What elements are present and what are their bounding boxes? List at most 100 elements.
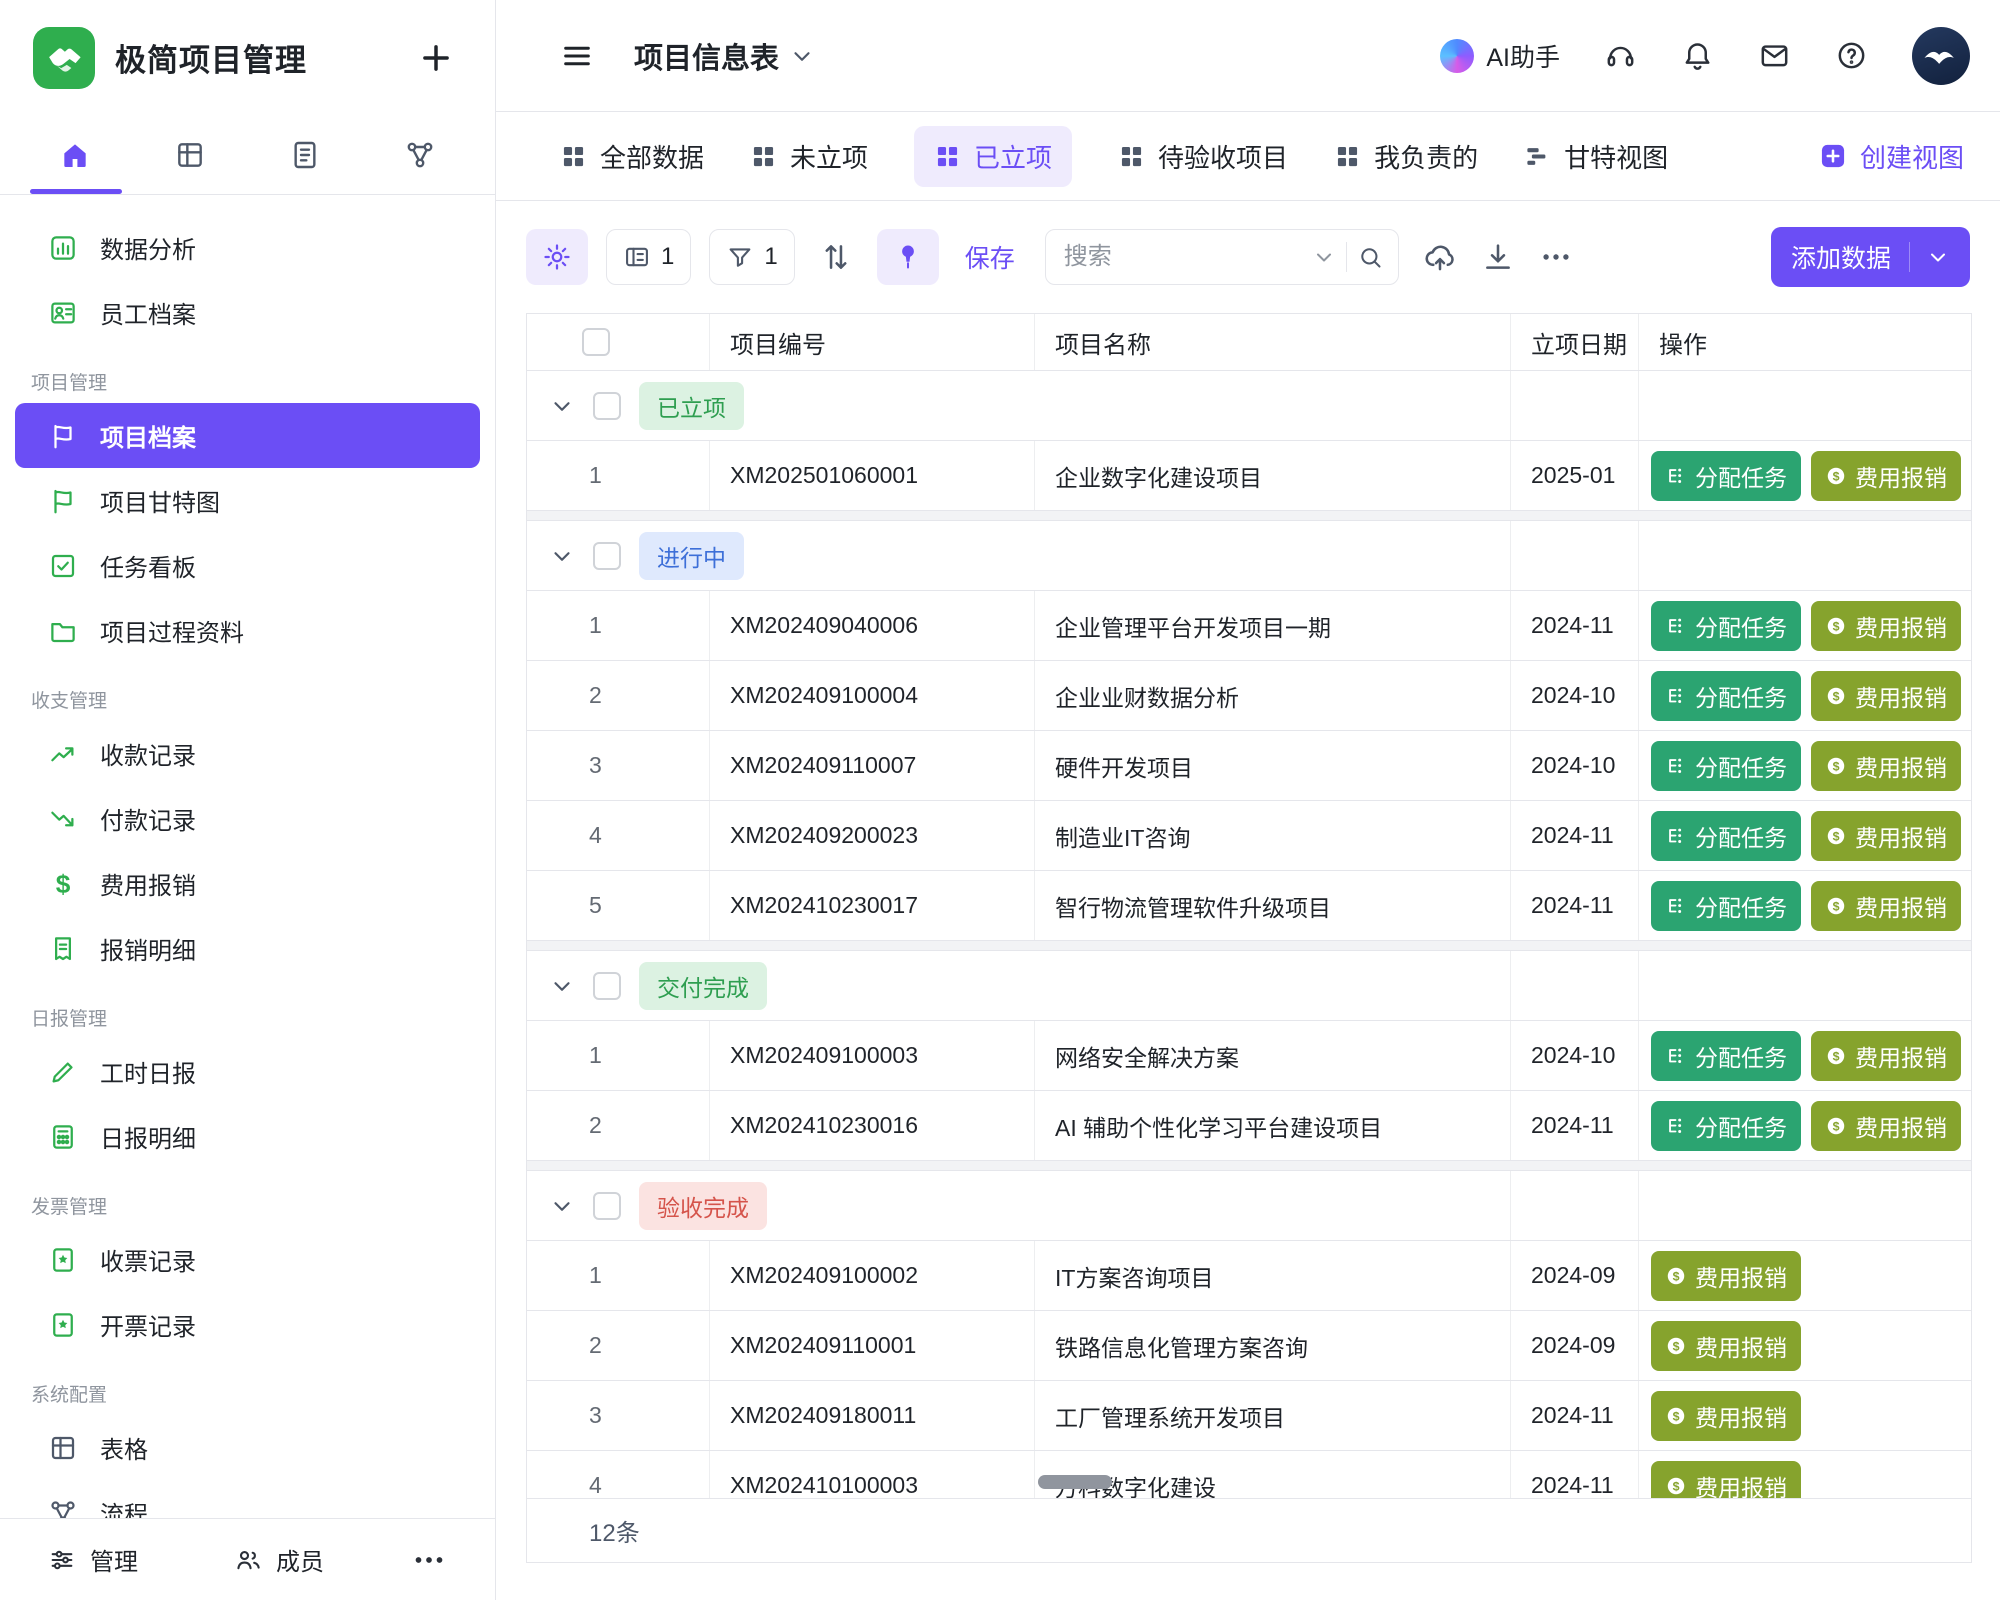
view-tab-not-initiated[interactable]: 未立项	[750, 138, 868, 175]
table-row[interactable]: 1 XM202409040006 企业管理平台开发项目一期 2024-11 分配…	[527, 591, 1971, 661]
table-row[interactable]: 4 XM202409200023 制造业IT咨询 2024-11 分配任务 $费…	[527, 801, 1971, 871]
app-title: 极简项目管理	[115, 35, 397, 80]
headset-icon[interactable]	[1604, 39, 1637, 72]
ai-assistant-button[interactable]: AI助手	[1440, 38, 1560, 74]
sidebar-item-data-analysis[interactable]: 数据分析	[15, 215, 480, 280]
expense-claim-button[interactable]: $费用报销	[1651, 1391, 1801, 1441]
sidebar-item-tables[interactable]: 表格	[15, 1415, 480, 1480]
table-row[interactable]: 1 XM202409100003 网络安全解决方案 2024-10 分配任务 $…	[527, 1021, 1971, 1091]
pin-button[interactable]	[877, 229, 939, 285]
group-checkbox[interactable]	[593, 542, 621, 570]
assign-task-button[interactable]: 分配任务	[1651, 1101, 1801, 1151]
group-checkbox[interactable]	[593, 1192, 621, 1220]
table-row[interactable]: 1 XM202501060001 企业数字化建设项目 2025-01 分配任务 …	[527, 441, 1971, 511]
download-icon[interactable]	[1481, 240, 1515, 274]
table-row[interactable]: 3 XM202409110007 硬件开发项目 2024-10 分配任务 $费用…	[527, 731, 1971, 801]
sidebar-item-claim-details[interactable]: 报销明细	[15, 916, 480, 981]
sidebar-item-invoice-issued[interactable]: 开票记录	[15, 1292, 480, 1357]
table-row[interactable]: 2 XM202409100004 企业业财数据分析 2024-10 分配任务 $…	[527, 661, 1971, 731]
manage-button[interactable]: 管理	[48, 1542, 138, 1577]
filter-button[interactable]: 1	[709, 229, 794, 285]
expense-claim-button[interactable]: $费用报销	[1811, 671, 1961, 721]
help-icon[interactable]	[1835, 39, 1868, 72]
sidebar-item-project-archive[interactable]: 项目档案	[15, 403, 480, 468]
collapse-chevron-icon[interactable]	[549, 973, 575, 999]
sidebar-item-employee-files[interactable]: 员工档案	[15, 280, 480, 345]
chart-icon	[48, 233, 78, 263]
horizontal-scrollbar-thumb[interactable]	[1038, 1475, 1112, 1489]
expense-claim-button[interactable]: $费用报销	[1811, 1101, 1961, 1151]
assign-task-button[interactable]: 分配任务	[1651, 741, 1801, 791]
sidebar-item-expense-claims[interactable]: $ 费用报销	[15, 851, 480, 916]
upload-icon[interactable]	[1423, 240, 1457, 274]
search-chevron-down-icon[interactable]	[1312, 245, 1336, 269]
expense-claim-button[interactable]: $费用报销	[1651, 1461, 1801, 1499]
expense-claim-button[interactable]: $费用报销	[1651, 1251, 1801, 1301]
title-chevron-down-icon[interactable]	[789, 43, 815, 69]
search-icon[interactable]	[1357, 244, 1384, 271]
sidebar-item-receipts[interactable]: 收款记录	[15, 721, 480, 786]
bell-icon[interactable]	[1681, 39, 1714, 72]
view-tab-all-data[interactable]: 全部数据	[560, 138, 704, 175]
table-row[interactable]: 4 XM202410100003 万科数字化建设 2024-11 $费用报销	[527, 1451, 1971, 1498]
sidebar-item-project-materials[interactable]: 项目过程资料	[15, 598, 480, 663]
view-tab-my-projects[interactable]: 我负责的	[1334, 138, 1478, 175]
collapse-chevron-icon[interactable]	[549, 393, 575, 419]
group-checkbox[interactable]	[593, 972, 621, 1000]
table-row[interactable]: 2 XM202410230016 AI 辅助个性化学习平台建设项目 2024-1…	[527, 1091, 1971, 1161]
select-all-checkbox[interactable]	[582, 328, 610, 356]
settings-button[interactable]	[526, 229, 588, 285]
assign-task-button[interactable]: 分配任务	[1651, 601, 1801, 651]
view-tab-initiated[interactable]: 已立项	[914, 126, 1072, 187]
sidebar-item-payments[interactable]: 付款记录	[15, 786, 480, 851]
sidebar-item-daily-details[interactable]: 日报明细	[15, 1104, 480, 1169]
fields-config-button[interactable]: 1	[606, 229, 691, 285]
create-view-label: 创建视图	[1860, 138, 1964, 175]
expense-claim-button[interactable]: $费用报销	[1811, 811, 1961, 861]
create-view-button[interactable]: 创建视图	[1819, 138, 1964, 175]
assign-task-button[interactable]: 分配任务	[1651, 451, 1801, 501]
table-row[interactable]: 3 XM202409180011 工厂管理系统开发项目 2024-11 $费用报…	[527, 1381, 1971, 1451]
table-row[interactable]: 5 XM202410230017 智行物流管理软件升级项目 2024-11 分配…	[527, 871, 1971, 941]
sidebar-item-invoice-received[interactable]: 收票记录	[15, 1227, 480, 1292]
members-button[interactable]: 成员	[234, 1542, 324, 1577]
save-button[interactable]: 保存	[965, 239, 1015, 275]
view-grid-icon	[560, 143, 587, 170]
expense-claim-button[interactable]: $费用报销	[1651, 1321, 1801, 1371]
more-icon[interactable]	[411, 1542, 447, 1578]
assign-task-button[interactable]: 分配任务	[1651, 1031, 1801, 1081]
app-logo	[33, 27, 95, 89]
actions-cell: $费用报销	[1639, 1311, 1971, 1380]
sidebar-item-work-daily[interactable]: 工时日报	[15, 1039, 480, 1104]
add-app-icon[interactable]	[417, 39, 455, 77]
assign-task-button[interactable]: 分配任务	[1651, 811, 1801, 861]
sort-icon[interactable]	[819, 240, 853, 274]
sidebar-tab-tables[interactable]	[157, 115, 223, 194]
sidebar-item-project-gantt[interactable]: 项目甘特图	[15, 468, 480, 533]
table-row[interactable]: 2 XM202409110001 铁路信息化管理方案咨询 2024-09 $费用…	[527, 1311, 1971, 1381]
assign-task-button[interactable]: 分配任务	[1651, 881, 1801, 931]
expense-claim-button[interactable]: $费用报销	[1811, 451, 1961, 501]
sidebar-tab-docs[interactable]	[272, 115, 338, 194]
hamburger-icon[interactable]	[560, 39, 594, 73]
assign-task-button[interactable]: 分配任务	[1651, 671, 1801, 721]
inbox-icon[interactable]	[1758, 39, 1791, 72]
expense-claim-button[interactable]: $费用报销	[1811, 1031, 1961, 1081]
more-actions-icon[interactable]	[1539, 240, 1573, 274]
sidebar-tab-home[interactable]	[42, 115, 108, 194]
collapse-chevron-icon[interactable]	[549, 543, 575, 569]
group-checkbox[interactable]	[593, 392, 621, 420]
user-avatar[interactable]	[1912, 27, 1970, 85]
view-tab-pending-acceptance[interactable]: 待验收项目	[1118, 138, 1288, 175]
sidebar-item-task-board[interactable]: 任务看板	[15, 533, 480, 598]
view-tab-gantt[interactable]: 甘特视图	[1524, 138, 1668, 175]
table-row[interactable]: 1 XM202409100002 IT方案咨询项目 2024-09 $费用报销	[527, 1241, 1971, 1311]
actions-cell: 分配任务 $费用报销	[1639, 441, 1971, 510]
add-data-button[interactable]: 添加数据	[1771, 227, 1970, 287]
collapse-chevron-icon[interactable]	[549, 1193, 575, 1219]
expense-claim-button[interactable]: $费用报销	[1811, 741, 1961, 791]
search-input[interactable]	[1064, 243, 1302, 271]
expense-claim-button[interactable]: $费用报销	[1811, 881, 1961, 931]
expense-claim-button[interactable]: $费用报销	[1811, 601, 1961, 651]
sidebar-tab-flows[interactable]	[387, 115, 453, 194]
